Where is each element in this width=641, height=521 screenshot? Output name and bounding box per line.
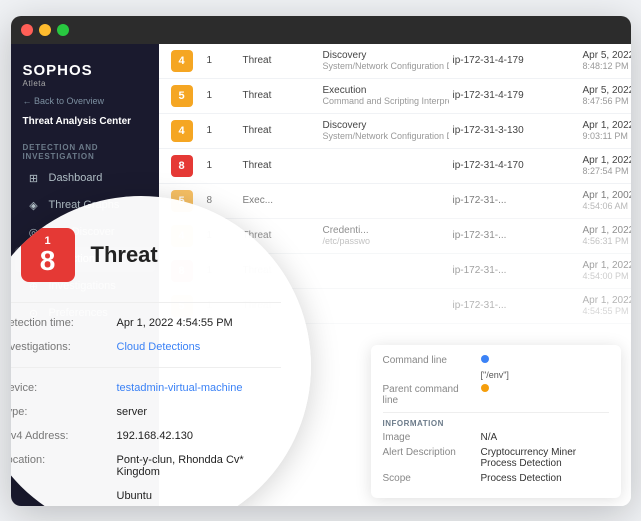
table-row[interactable]: 4 1 Threat Discovery System/Network Conf… [159,44,631,79]
parent-command-label: Parent command line [383,384,473,406]
time-cell: Apr 1, 2022 4:56:31 PM [579,223,631,248]
logo-sub: Atleta [23,79,147,88]
severity-badge: 5 [171,85,193,107]
type-cell: Threat [239,53,319,68]
category-cell: Discovery System/Network Configuration D… [319,118,449,143]
device-link[interactable]: testadmin-virtual-machine [117,382,243,394]
detection-time-value: Apr 1, 2022 4:54:55 PM [117,317,233,329]
device-cell: ip-172-31-... [449,263,579,278]
severity-cell: 8 [167,153,203,179]
analysis-center-label: Threat Analysis Center [11,114,159,133]
scope-value: Process Detection [481,473,609,484]
ipv4-value: 192.168.42.130 [117,430,193,442]
command-line-value: ["/env"] [481,370,609,380]
time-cell: Apr 1, 2002 4:54:06 AM [579,188,631,213]
minimize-button[interactable] [39,24,51,36]
category-cell: Execution Command and Scripting Interpre… [319,83,449,108]
circle-divider2 [11,367,281,368]
table-row[interactable]: 8 1 Threat ip-172-31-4-170 Apr 1, 2022 8… [159,149,631,184]
count-cell: 1 [203,123,239,138]
time-cell: Apr 1, 2022 8:27:54 PM [579,153,631,178]
sidebar-section-title: DETECTION AND INVESTIGATION [11,133,159,165]
back-link[interactable]: ← Back to Overview [11,92,159,114]
command-indicator [481,355,489,363]
location-label: Location: [11,454,111,478]
title-bar [11,16,631,44]
investigations-link[interactable]: Cloud Detections [117,341,201,353]
count-cell: 1 [203,88,239,103]
detail-panel: Command line ["/env"] Parent command lin… [371,345,621,498]
table-row[interactable]: 5 1 Threat Execution Command and Scripti… [159,79,631,114]
logo: SOPHOS Atleta [11,52,159,92]
main-window: SOPHOS Atleta ← Back to Overview Threat … [11,16,631,506]
detection-time-label: Detection time: [11,317,111,329]
investigations-label: Investigations: [11,341,111,353]
time-cell: Apr 1, 2022 4:54:55 PM [579,293,631,318]
device-cell: ip-172-31-4-170 [449,158,579,173]
image-value: N/A [481,432,609,443]
type-cell: Threat [239,158,319,173]
scope-label: Scope [383,473,473,484]
count-cell: 1 [203,158,239,173]
threat-graphs-icon: ◈ [27,199,41,212]
severity-cell: 4 [167,118,203,144]
count-cell: 1 [203,53,239,68]
severity-badge: 8 [171,155,193,177]
alert-desc-value: Cryptocurrency Miner Process Detection [481,447,609,469]
device-label: Device: [11,382,111,394]
ipv4-label: IPv4 Address: [11,430,111,442]
panel-divider [383,412,609,413]
device-cell: ip-172-31-4-179 [449,53,579,68]
alert-desc-label: Alert Description [383,447,473,458]
category-cell [319,164,449,168]
logo-text: SOPHOS [23,62,147,79]
device-cell: ip-172-31-... [449,298,579,313]
location-value: Pont-y-clun, Rhondda Cv* Kingdom [117,454,281,478]
device-cell: ip-172-31-... [449,193,579,208]
type-value: server [117,406,148,418]
device-cell: ip-172-31-4-179 [449,88,579,103]
circle-type-label: Threat [91,242,158,268]
severity-cell: 4 [167,48,203,74]
time-cell: Apr 5, 2022 8:47:56 PM [579,83,631,108]
maximize-button[interactable] [57,24,69,36]
dashboard-icon: ⊞ [27,172,41,185]
type-cell: Exec... [239,193,319,208]
category-cell [319,269,449,273]
device-cell: ip-172-31-... [449,228,579,243]
image-label: Image [383,432,473,443]
circle-divider [11,302,281,303]
type-cell: Threat [239,123,319,138]
category-cell: Credenti... /etc/passwo [319,223,449,248]
category-cell: Discovery System/Network Configuration D… [319,48,449,73]
type-label: Type: [11,406,111,418]
parent-indicator [481,384,489,392]
device-cell: ip-172-31-3-130 [449,123,579,138]
severity-cell: 5 [167,83,203,109]
severity-badge: 4 [171,50,193,72]
category-cell [319,199,449,203]
table-row[interactable]: 5 8 Exec... ip-172-31-... Apr 1, 2002 4:… [159,184,631,219]
severity-badge: 4 [171,120,193,142]
section-label: INFORMATION [383,419,473,428]
type-cell: Threat [239,88,319,103]
time-cell: Apr 1, 2022 9:03:11 PM [579,118,631,143]
sidebar-item-dashboard[interactable]: ⊞ Dashboard [15,166,155,191]
time-cell: Apr 5, 2022 8:48:12 PM [579,48,631,73]
sidebar-item-label: Dashboard [49,172,103,184]
category-cell [319,304,449,308]
close-button[interactable] [21,24,33,36]
table-row[interactable]: 4 1 Threat Discovery System/Network Conf… [159,114,631,149]
os-value: Ubuntu [117,490,152,502]
command-line-label: Command line [383,355,473,366]
count-cell: 8 [203,193,239,208]
time-cell: Apr 1, 2022 4:54:00 PM [579,258,631,283]
